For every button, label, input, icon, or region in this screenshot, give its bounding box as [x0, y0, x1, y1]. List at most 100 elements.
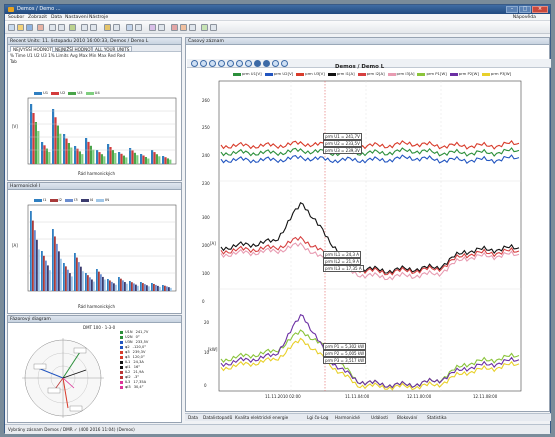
connect-icon[interactable]: [201, 24, 208, 31]
harmonic-u-bar: [85, 138, 88, 164]
harmonic-i-bar: [135, 284, 137, 291]
harmonic-i-bar: [56, 243, 58, 291]
save-icon[interactable]: [26, 24, 33, 31]
harmonic-i-bar: [74, 253, 76, 291]
annot-u3: prm U3 = 239,3V: [323, 147, 362, 154]
window-icon[interactable]: [189, 24, 196, 31]
report-icon[interactable]: [180, 24, 187, 31]
harmonic-i-bar: [85, 273, 87, 291]
harmonic-i-bar: [115, 284, 117, 291]
phasor-header: Fázorový diagram: [8, 316, 181, 323]
meter-icon[interactable]: [104, 24, 111, 31]
zoom-y-icon[interactable]: [227, 60, 234, 67]
marker-icon[interactable]: [272, 60, 279, 67]
ytick-u-260: 260: [202, 98, 210, 103]
panel-header: Recent Units: 11. listopadu 2010 16:00:3…: [8, 38, 181, 45]
tab-events[interactable]: Události: [371, 415, 388, 420]
minimize-icon[interactable]: –: [506, 6, 518, 13]
tab-datalist[interactable]: Datalistopadů: [203, 415, 232, 420]
harmonic-u-bar: [136, 155, 139, 164]
export-icon[interactable]: [113, 24, 120, 31]
menu-view[interactable]: Zobrazit: [28, 15, 47, 20]
grid-icon[interactable]: [81, 24, 88, 31]
pan-icon[interactable]: [236, 60, 243, 67]
annot-p1: prm P1 = 5,302 kW: [323, 343, 367, 350]
harmonic-u-bar: [133, 152, 136, 164]
zoom-fit-icon[interactable]: [209, 60, 216, 67]
tab-quality[interactable]: Kvalita elektrické energie: [235, 415, 288, 420]
zoom-out-icon[interactable]: [200, 60, 207, 67]
open-folder-icon[interactable]: [17, 24, 24, 31]
harmonic-u-bar: [81, 154, 84, 164]
chart-icon[interactable]: [126, 24, 133, 31]
legend-prm-i1: prm I1[A]: [327, 71, 355, 81]
zoom-x-icon[interactable]: [218, 60, 225, 67]
tab-log[interactable]: Lgi čo-Log: [307, 415, 328, 420]
list-icon[interactable]: [90, 24, 97, 31]
menu-help[interactable]: Nápověda: [513, 15, 536, 20]
harmonic-i-bar: [126, 283, 128, 291]
i-xlabel: Řád harmonických: [78, 304, 115, 309]
tab-blocking[interactable]: Blokování: [397, 415, 417, 420]
phasor-panel: Fázorový diagram DMT 100 · 1-3-0 U1N 241,…: [7, 315, 182, 423]
refresh-icon[interactable]: [69, 24, 76, 31]
harmonic-i-bar: [166, 286, 168, 291]
ytick-u-230: 230: [202, 181, 210, 186]
harmonic-u-bar: [37, 131, 40, 164]
settings-icon[interactable]: [149, 24, 156, 31]
harmonic-i-bar: [76, 257, 78, 291]
harmonic-i-bar: [82, 271, 84, 291]
print-icon[interactable]: [37, 24, 44, 31]
harmonic-u-bar: [142, 155, 145, 164]
play-forward-icon[interactable]: [263, 60, 270, 67]
harmonic-i-bar: [91, 279, 93, 291]
grid-toggle-icon[interactable]: [281, 60, 288, 67]
ylabel-power: [kW]: [208, 347, 218, 352]
legend-prm-i3: prm I3[A]: [387, 71, 414, 81]
harmonic-i-bar: [52, 229, 54, 291]
harmonic-u-bar: [155, 154, 158, 164]
harmonic-i-bar: [54, 236, 56, 291]
legend-prm-p1: prm P1[W]: [417, 71, 447, 81]
i-ylabel: [A]: [12, 243, 18, 248]
harmonic-i-bar: [58, 251, 60, 291]
table-icon[interactable]: [135, 24, 142, 31]
filter-icon[interactable]: [158, 24, 165, 31]
menu-tools[interactable]: Nástroje: [89, 15, 108, 20]
harmonic-i-bar: [131, 282, 133, 291]
new-icon[interactable]: [8, 24, 15, 31]
harmonic-u-bar: [158, 156, 161, 164]
harmonic-i-bar: [36, 239, 38, 291]
u-legend: U1 U2 U3 U4: [34, 90, 100, 95]
harmonic-u-bar: [169, 159, 172, 164]
harmonic-u-bar: [74, 146, 77, 164]
menu-data[interactable]: Data: [51, 15, 62, 20]
menu-file[interactable]: Soubor: [8, 15, 24, 20]
cursor-icon[interactable]: [245, 60, 252, 67]
tab-statistics[interactable]: Statistika: [427, 415, 447, 420]
harmonic-i-bar: [43, 255, 45, 291]
harmonic-i-bar: [30, 211, 32, 291]
zoom-in-icon[interactable]: [191, 60, 198, 67]
phasor-diagram: [22, 338, 104, 418]
harmonic-u-bar: [103, 156, 106, 164]
harmonic-u-bar: [151, 150, 154, 164]
alarm-icon[interactable]: [171, 24, 178, 31]
dropdown-icon[interactable]: [210, 24, 217, 31]
annot-u2: prm U2 = 233,5V: [323, 140, 362, 147]
play-back-icon[interactable]: [254, 60, 261, 67]
maximize-icon[interactable]: □: [519, 6, 531, 13]
legend-u2: U2: [51, 90, 65, 95]
chart-legend: prm U1[V] prm U2[V] prm U3[V] prm I1[A] …: [233, 71, 533, 81]
display-options[interactable]: % Time U1 U2 U3 1% Limits Avg Max Min Ma…: [8, 52, 181, 59]
close-icon[interactable]: ×: [532, 6, 548, 13]
harmonic-u-bar: [100, 154, 103, 164]
paste-icon[interactable]: [58, 24, 65, 31]
harmonic-u-bar: [120, 153, 123, 164]
copy-icon[interactable]: [49, 24, 56, 31]
harmonic-i-bar: [137, 285, 139, 291]
tab-harmonics[interactable]: Harmonické: [335, 415, 360, 420]
menu-settings[interactable]: Nastavení: [65, 15, 88, 20]
tab-data[interactable]: Data: [188, 415, 198, 420]
annot-i2: prm IL2 = 21,9 A: [323, 258, 362, 265]
